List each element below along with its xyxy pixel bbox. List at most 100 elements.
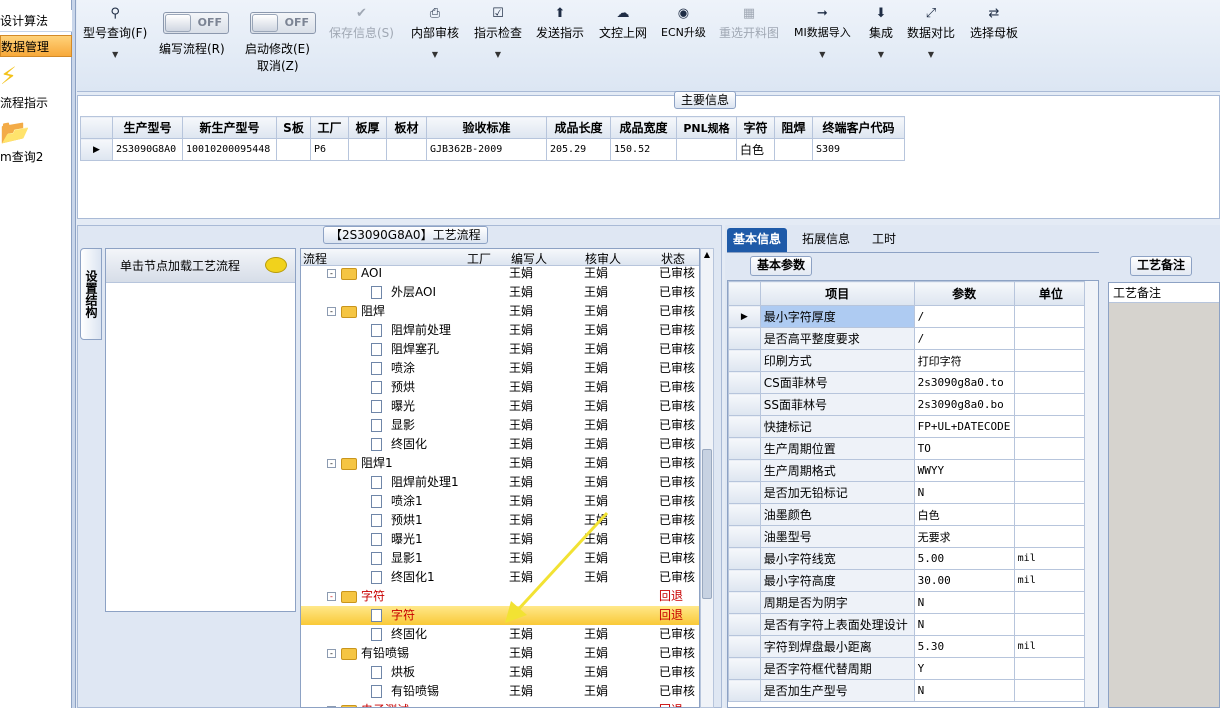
reselect-cutting-chart-button[interactable]: ▦ 重选开料图 [719, 6, 779, 40]
tree-folder-row[interactable]: - AOI 王娟 王娟 已审核 [301, 264, 699, 283]
tree-folder-row[interactable]: - 阻焊1 王娟 王娟 已审核 [301, 454, 699, 473]
integration-button[interactable]: ⬇ 集成 ▼ [869, 6, 893, 59]
param-value[interactable]: N [913, 679, 1015, 702]
param-unit[interactable] [1013, 415, 1089, 438]
param-value[interactable]: N [913, 481, 1015, 504]
table-row[interactable]: 生产周期格式 WWYY [728, 459, 1089, 482]
param-unit[interactable] [1013, 481, 1089, 504]
param-item[interactable]: 快捷标记 [759, 415, 915, 438]
table-cell[interactable]: 白色 [736, 138, 775, 161]
chevron-down-icon[interactable]: ▼ [474, 50, 522, 59]
tree-node-row[interactable]: 曝光1 王娟 王娟 已审核 [301, 530, 699, 549]
table-row[interactable]: 快捷标记 FP+UL+DATECODE [728, 415, 1089, 438]
chevron-down-icon[interactable]: ▼ [869, 50, 893, 59]
param-item[interactable]: CS面菲林号 [759, 371, 915, 394]
tree-node-row[interactable]: 显影 王娟 王娟 已审核 [301, 416, 699, 435]
param-unit[interactable]: mil [1013, 547, 1089, 570]
column-header[interactable]: 项目 [759, 281, 915, 306]
tree-node-row[interactable]: 阻焊塞孔 王娟 王娟 已审核 [301, 340, 699, 359]
param-item[interactable]: 生产周期位置 [759, 437, 915, 460]
cancel-label[interactable]: 取消(Z) [257, 57, 299, 74]
param-unit[interactable] [1013, 503, 1089, 526]
param-value[interactable]: 无要求 [913, 525, 1015, 548]
param-item[interactable]: 生产周期格式 [759, 459, 915, 482]
table-cell[interactable]: S309 [812, 138, 905, 161]
param-unit[interactable] [1013, 371, 1089, 394]
param-item[interactable]: 最小字符线宽 [759, 547, 915, 570]
tree-node-row[interactable]: 预烘1 王娟 王娟 已审核 [301, 511, 699, 530]
column-header[interactable]: 阻焊 [774, 116, 813, 139]
folder-open-icon[interactable]: 📂 [0, 118, 30, 146]
table-row[interactable]: ▶ 2S3090G8A0 10010200095448 P6 GJB362B-2… [80, 138, 905, 161]
table-row[interactable]: 最小字符高度 30.00 mil [728, 569, 1089, 592]
table-cell[interactable]: 150.52 [610, 138, 677, 161]
column-header[interactable]: 终端客户代码 [812, 116, 905, 139]
tree-folder-row[interactable]: - 字符 回退 [301, 587, 699, 606]
param-value[interactable]: WWYY [913, 459, 1015, 482]
param-unit[interactable] [1013, 437, 1089, 460]
column-header[interactable]: 单位 [1013, 281, 1089, 306]
param-item[interactable]: 是否字符框代替周期 [759, 657, 915, 680]
table-cell[interactable]: 10010200095448 [182, 138, 277, 161]
param-value[interactable]: N [913, 613, 1015, 636]
param-value[interactable]: 30.00 [913, 569, 1015, 592]
tree-node-row[interactable]: 终固化1 王娟 王娟 已审核 [301, 568, 699, 587]
param-unit[interactable]: mil [1013, 569, 1089, 592]
table-row[interactable]: 是否字符框代替周期 Y [728, 657, 1089, 680]
lightning-icon[interactable]: ⚡ [0, 62, 28, 90]
collapse-icon[interactable]: - [327, 459, 336, 468]
select-motherboard-button[interactable]: ⇄ 选择母板 [970, 6, 1018, 40]
param-value[interactable]: 2s3090g8a0.to [913, 371, 1015, 394]
tree-node-row[interactable]: 终固化 王娟 王娟 已审核 [301, 625, 699, 644]
tree-node-row[interactable]: 阻焊前处理1 王娟 王娟 已审核 [301, 473, 699, 492]
table-cell[interactable] [348, 138, 387, 161]
param-unit[interactable] [1013, 525, 1089, 548]
param-value[interactable]: 白色 [913, 503, 1015, 526]
scroll-up-icon[interactable]: ▲ [701, 249, 713, 261]
column-header[interactable]: 字符 [736, 116, 775, 139]
internal-review-button[interactable]: ⎙ 内部审核 ▼ [411, 6, 459, 59]
param-item[interactable]: 最小字符厚度 [759, 305, 915, 328]
tree-folder-row[interactable]: - 有铅喷锡 王娟 王娟 已审核 [301, 644, 699, 663]
send-instruction-button[interactable]: ⬆ 发送指示 [536, 6, 584, 40]
tree-node-row[interactable]: 烘板 王娟 王娟 已审核 [301, 663, 699, 682]
column-header[interactable]: 成品宽度 [610, 116, 677, 139]
chevron-down-icon[interactable]: ▼ [907, 50, 955, 59]
chevron-down-icon[interactable]: ▼ [411, 50, 459, 59]
param-unit[interactable] [1013, 613, 1089, 636]
param-value[interactable]: FP+UL+DATECODE [913, 415, 1015, 438]
tab-settings-structure[interactable]: 设置结构 [80, 248, 102, 340]
tree-node-row[interactable]: 外层AOI 王娟 王娟 已审核 [301, 283, 699, 302]
tree-folder-row[interactable]: - 阻焊 王娟 王娟 已审核 [301, 302, 699, 321]
column-header[interactable]: 生产型号 [112, 116, 183, 139]
column-header[interactable]: 板材 [386, 116, 427, 139]
nav-item-data-management[interactable]: 数据管理 [0, 35, 72, 57]
param-value[interactable]: / [913, 327, 1015, 350]
param-item[interactable]: 是否加无铅标记 [759, 481, 915, 504]
ecn-upgrade-button[interactable]: ◉ ECN升级 [661, 6, 706, 40]
tree-node-row[interactable]: 阻焊前处理 王娟 王娟 已审核 [301, 321, 699, 340]
tab-process-notes[interactable]: 工艺备注 [1130, 256, 1193, 276]
param-item[interactable]: 周期是否为阴字 [759, 591, 915, 614]
start-modify-toggle[interactable]: OFF [250, 12, 316, 34]
tab-basic-params[interactable]: 基本参数 [750, 256, 813, 276]
model-query-button[interactable]: ⚲ 型号查询(F) ▼ [83, 6, 147, 59]
param-item[interactable]: 最小字符高度 [759, 569, 915, 592]
collapse-icon[interactable]: - [327, 649, 336, 658]
tree-node-row[interactable]: 终固化 王娟 王娟 已审核 [301, 435, 699, 454]
table-row[interactable]: 最小字符线宽 5.00 mil [728, 547, 1089, 570]
param-unit[interactable]: mil [1013, 635, 1089, 658]
write-process-toggle[interactable]: OFF [163, 12, 229, 34]
column-header[interactable]: S板 [276, 116, 311, 139]
doc-control-online-button[interactable]: ☁ 文控上网 [599, 6, 647, 40]
data-compare-button[interactable]: ⤢ 数据对比 ▼ [907, 6, 955, 59]
table-cell[interactable]: 205.29 [546, 138, 611, 161]
table-row[interactable]: 生产周期位置 TO [728, 437, 1089, 460]
column-header[interactable]: 新生产型号 [182, 116, 277, 139]
param-value[interactable]: / [913, 305, 1015, 328]
param-item[interactable]: SS面菲林号 [759, 393, 915, 416]
param-value[interactable]: TO [913, 437, 1015, 460]
mi-data-import-button[interactable]: ➞ MI数据导入 ▼ [794, 6, 851, 59]
tree-node-row[interactable]: 喷涂 王娟 王娟 已审核 [301, 359, 699, 378]
table-row[interactable]: CS面菲林号 2s3090g8a0.to [728, 371, 1089, 394]
